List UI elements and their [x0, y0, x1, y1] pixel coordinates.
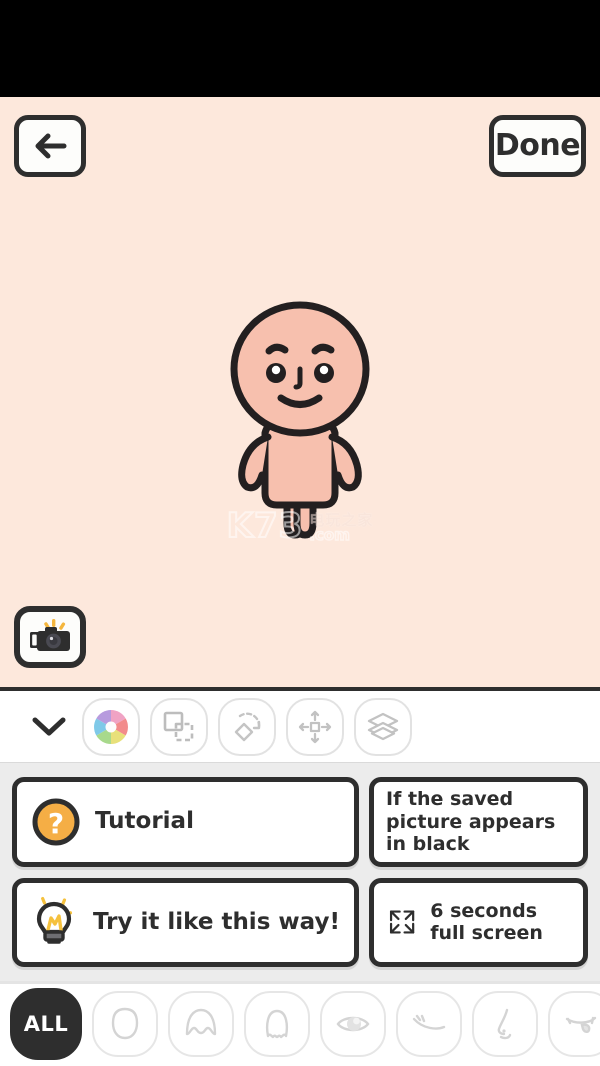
tool-color[interactable] — [82, 697, 140, 756]
color-wheel-icon — [94, 709, 128, 744]
tool-move[interactable] — [286, 697, 344, 756]
category-all[interactable]: ALL — [10, 987, 82, 1060]
done-button[interactable]: Done — [489, 115, 586, 177]
help-panel: ? Tutorial If the saved picture appears … — [0, 763, 600, 981]
done-button-label: Done — [494, 128, 581, 163]
tool-layers[interactable] — [354, 697, 412, 756]
tool-strip — [0, 691, 600, 763]
tool-duplicate[interactable] — [150, 697, 208, 756]
category-hair[interactable] — [168, 990, 234, 1057]
move-icon — [298, 710, 332, 743]
camera-icon — [30, 619, 70, 651]
category-bar[interactable]: ALL — [0, 981, 600, 1066]
nose-icon — [497, 1008, 512, 1039]
category-all-label: ALL — [23, 1011, 69, 1036]
card-try-it-label: Try it like this way! — [93, 908, 340, 935]
hair-back-icon — [265, 1009, 289, 1038]
expand-arrows-icon — [389, 910, 415, 934]
app-root: Done K73 电玩之家 .com ? Tutorial If the sav… — [0, 0, 600, 1066]
category-face[interactable] — [92, 990, 158, 1057]
flip-rotate-icon — [234, 712, 261, 741]
status-bar — [0, 0, 600, 97]
question-mark-circle-icon: ? — [32, 798, 80, 846]
hair-icon — [185, 1008, 217, 1035]
category-eyebrows[interactable] — [396, 990, 462, 1057]
mouth-tongue-icon — [565, 1016, 597, 1033]
card-full-screen-label: 6 seconds full screen — [430, 899, 543, 945]
card-tutorial-label: Tutorial — [95, 808, 194, 835]
eye-icon — [336, 1016, 370, 1031]
category-hair-back[interactable] — [244, 990, 310, 1057]
card-full-screen[interactable]: 6 seconds full screen — [369, 877, 588, 967]
card-try-it[interactable]: Try it like this way! — [12, 877, 359, 967]
category-mouth[interactable] — [548, 990, 600, 1057]
face-shape-icon — [111, 1007, 139, 1039]
character-avatar[interactable] — [205, 297, 395, 557]
camera-button[interactable] — [14, 606, 86, 668]
lightbulb-icon — [36, 897, 73, 945]
chevron-down-icon — [32, 717, 66, 735]
layers-icon — [367, 712, 399, 740]
editor-canvas[interactable]: Done K73 电玩之家 .com — [0, 97, 600, 691]
category-eyes[interactable] — [320, 990, 386, 1057]
back-button[interactable] — [14, 115, 86, 177]
category-nose[interactable] — [472, 990, 538, 1057]
card-saved-black[interactable]: If the saved picture appears in black — [369, 777, 588, 867]
collapse-panel-button[interactable] — [26, 704, 72, 750]
eyebrow-icon — [412, 1014, 446, 1030]
arrow-left-icon — [35, 133, 67, 159]
card-tutorial[interactable]: ? Tutorial — [12, 777, 359, 867]
tool-flip[interactable] — [218, 697, 276, 756]
duplicate-icon — [163, 711, 194, 741]
card-saved-black-label: If the saved picture appears in black — [386, 788, 556, 855]
svg-text:?: ? — [48, 807, 64, 840]
